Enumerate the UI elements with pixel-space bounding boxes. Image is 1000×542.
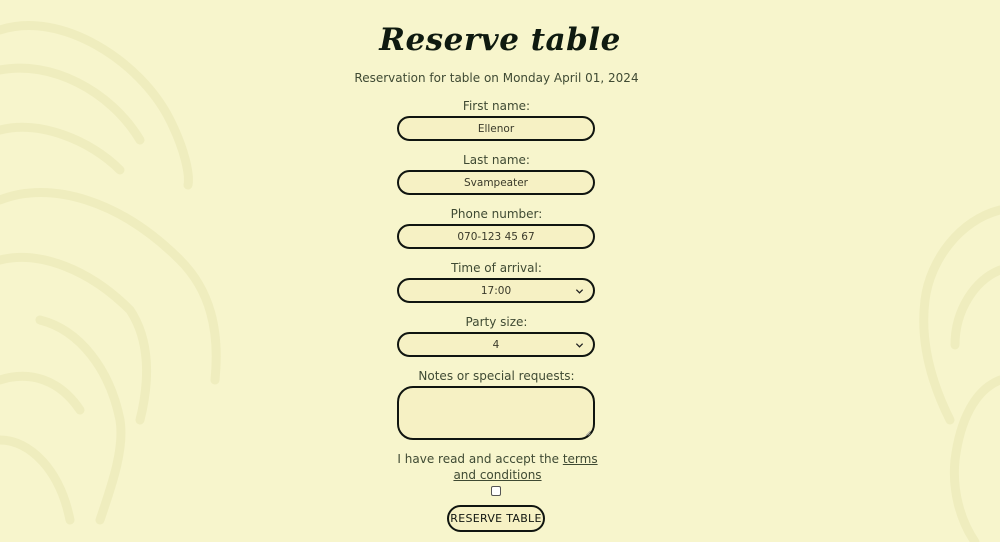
arrival-time-select[interactable]: 17:00 — [397, 278, 595, 303]
party-size-label: Party size: — [465, 315, 528, 329]
phone-value: 070-123 45 67 — [457, 230, 535, 243]
first-name-label: First name: — [462, 99, 531, 113]
party-size-select[interactable]: 4 — [397, 332, 595, 357]
arrival-time-value: 17:00 — [480, 284, 512, 297]
terms-prefix: I have read and accept the — [397, 452, 563, 466]
chevron-down-icon — [575, 289, 584, 294]
phone-input[interactable]: 070-123 45 67 — [397, 224, 595, 249]
arrival-time-label: Time of arrival: — [451, 261, 542, 275]
first-name-value: Ellenor — [477, 122, 515, 135]
resize-handle-icon[interactable] — [585, 430, 591, 436]
reservation-date-text: Reservation for table on Monday April 01… — [354, 71, 639, 85]
notes-label: Notes or special requests: — [418, 369, 575, 383]
party-size-value: 4 — [492, 338, 500, 351]
phone-label: Phone number: — [450, 207, 543, 221]
last-name-label: Last name: — [463, 153, 530, 167]
terms-checkbox[interactable] — [491, 486, 501, 496]
page-title: Reserve table — [379, 22, 621, 58]
first-name-input[interactable]: Ellenor — [397, 116, 595, 141]
last-name-value: Svampeater — [464, 176, 528, 189]
reservation-page: Reserve table Reservation for table on M… — [0, 0, 1000, 542]
terms-text: I have read and accept the terms and con… — [395, 451, 600, 483]
chevron-down-icon — [575, 343, 584, 348]
notes-textarea[interactable] — [397, 386, 595, 440]
last-name-input[interactable]: Svampeater — [397, 170, 595, 195]
reserve-table-button[interactable]: RESERVE TABLE — [447, 505, 545, 532]
